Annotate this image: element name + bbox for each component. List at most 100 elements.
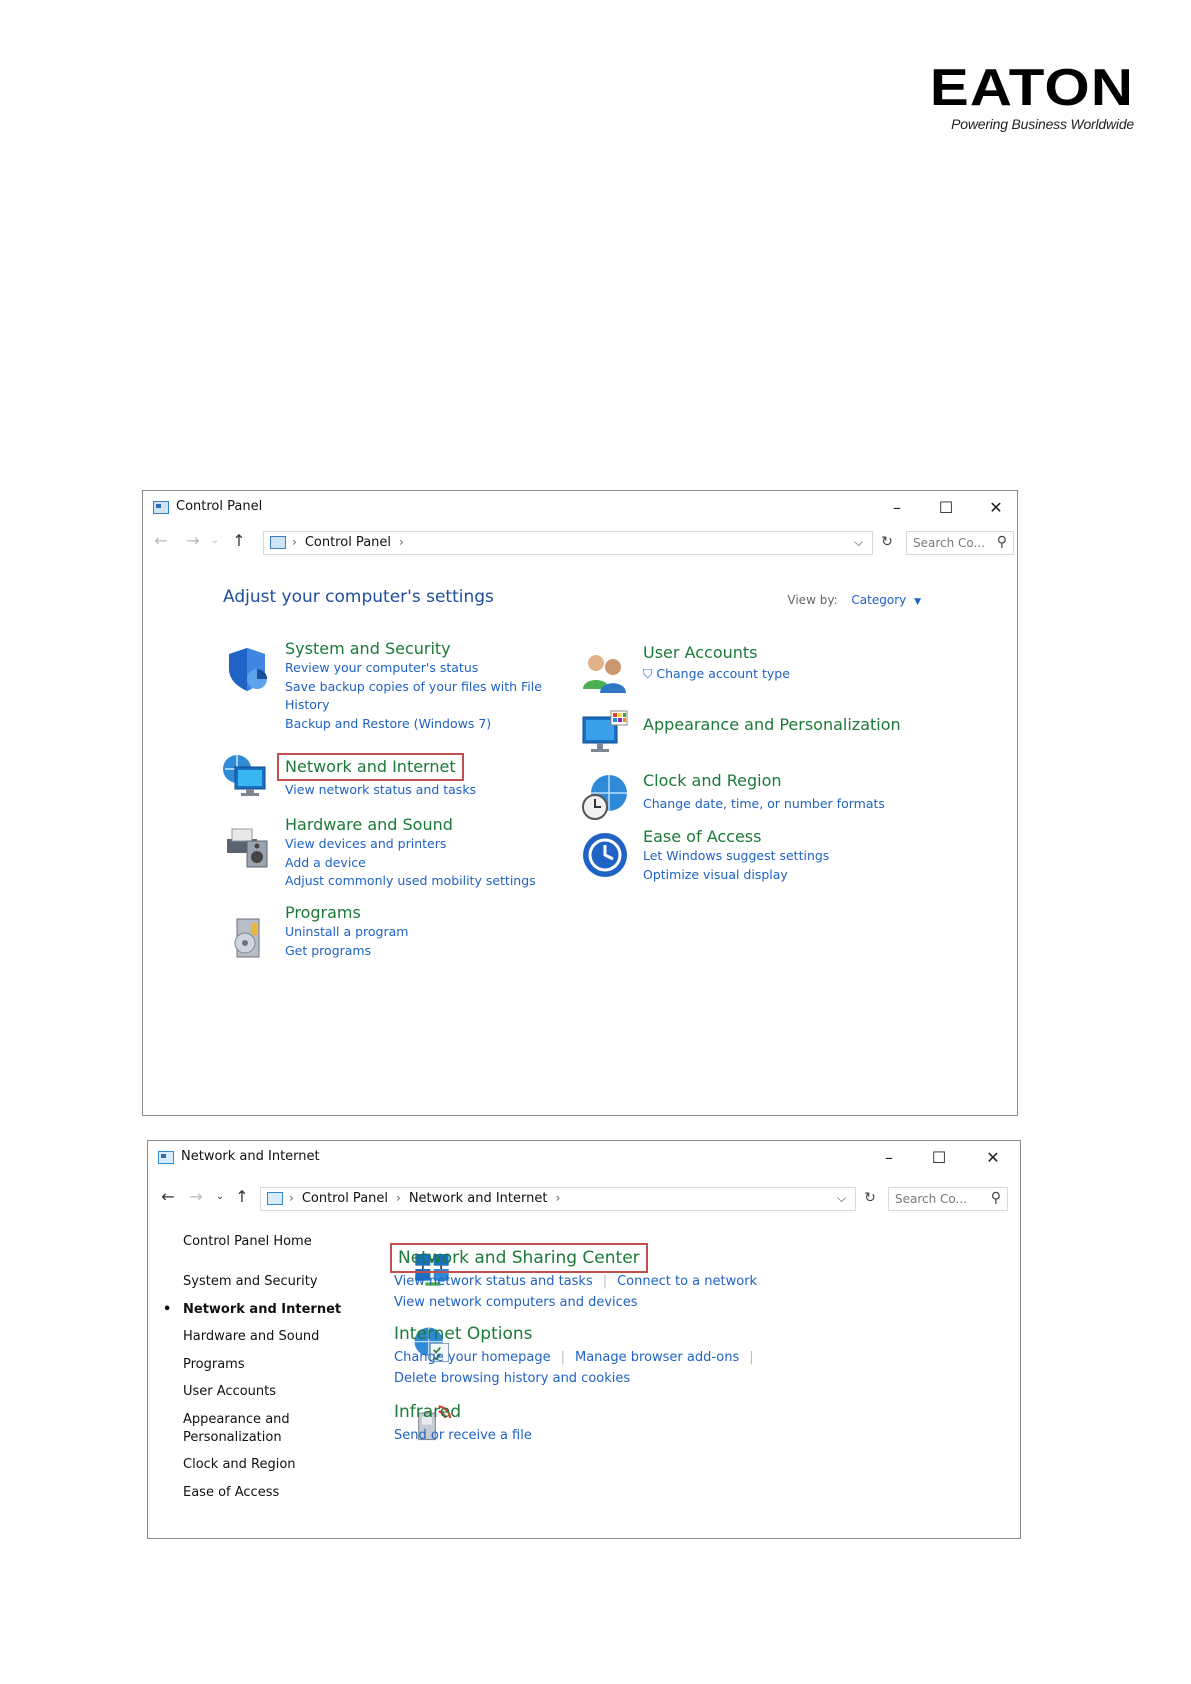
internet-options-link[interactable]: Internet Options <box>394 1323 533 1345</box>
breadcrumb-network-internet[interactable]: Network and Internet <box>409 1191 548 1206</box>
address-dropdown-icon[interactable]: ⌵ <box>837 1191 846 1206</box>
control-panel-icon <box>270 536 286 549</box>
review-status-link[interactable]: Review your computer's status <box>285 659 542 678</box>
appearance-personalization-link[interactable]: Appearance and Personalization <box>643 715 901 735</box>
close-button[interactable]: ✕ <box>981 497 1011 519</box>
recent-dropdown-icon[interactable]: ⌄ <box>205 535 225 546</box>
recent-dropdown-icon[interactable]: ⌄ <box>210 1191 230 1202</box>
category-programs: Programs Uninstall a program Get program… <box>285 903 408 960</box>
sidebar: Control Panel Home System and Security •… <box>163 1233 341 1511</box>
user-accounts-link[interactable]: User Accounts <box>643 643 758 663</box>
sidebar-item-clock-region[interactable]: Clock and Region <box>183 1456 341 1474</box>
sidebar-item-appearance[interactable]: Appearance and <box>183 1411 341 1429</box>
file-history-link[interactable]: Save backup copies of your files with Fi… <box>285 678 542 697</box>
backup-restore-link[interactable]: Backup and Restore (Windows 7) <box>285 715 542 734</box>
uninstall-program-link[interactable]: Uninstall a program <box>285 923 408 942</box>
windows-suggest-settings-link[interactable]: Let Windows suggest settings <box>643 847 829 866</box>
delete-browsing-history-link[interactable]: Delete browsing history and cookies <box>394 1371 630 1386</box>
display-palette-icon <box>582 710 628 752</box>
eaton-logo: EATON Powering Business Worldwide <box>930 62 1134 132</box>
get-programs-link[interactable]: Get programs <box>285 942 408 961</box>
network-and-internet-link[interactable]: Network and Internet <box>277 753 464 781</box>
maximize-button[interactable]: ☐ <box>931 497 961 519</box>
programs-icon <box>234 918 260 958</box>
network-internet-icon <box>158 1151 174 1164</box>
breadcrumb: › Control Panel › <box>292 535 404 550</box>
send-receive-file-link[interactable]: Send or receive a file <box>394 1428 532 1443</box>
eaton-logo-word: EATON <box>929 59 1134 117</box>
view-devices-link[interactable]: View devices and printers <box>285 835 536 854</box>
navigation-bar: ← → ⌄ ↑ ›Control Panel› ⌵ ↻ ⚲ <box>143 527 1017 559</box>
file-history-link-cont[interactable]: History <box>285 696 542 715</box>
infrared-link[interactable]: Infrared <box>394 1401 461 1423</box>
network-internet-window: Network and Internet – ☐ ✕ ← → ⌄ ↑ › Cont… <box>147 1140 1021 1539</box>
view-by-label: View by: <box>787 593 838 607</box>
refresh-icon[interactable]: ↻ <box>877 531 897 553</box>
add-device-link[interactable]: Add a device <box>285 854 536 873</box>
minimize-button[interactable]: – <box>882 497 912 519</box>
breadcrumb-control-panel[interactable]: Control Panel <box>305 535 391 550</box>
network-sharing-center-link[interactable]: Network and Sharing Center <box>390 1243 648 1273</box>
title-bar: Network and Internet – ☐ ✕ <box>148 1141 1020 1175</box>
system-and-security-link[interactable]: System and Security <box>285 639 451 659</box>
view-network-computers-link[interactable]: View network computers and devices <box>394 1295 638 1310</box>
sidebar-item-ease-of-access[interactable]: Ease of Access <box>183 1484 341 1502</box>
connect-to-network-link[interactable]: Connect to a network <box>617 1274 757 1289</box>
address-bar[interactable]: › Control Panel › ⌵ <box>263 531 873 555</box>
forward-arrow-icon[interactable]: → <box>186 1187 206 1206</box>
ease-of-access-icon <box>583 833 627 877</box>
search-box[interactable]: ⚲ <box>906 531 1014 555</box>
clock-globe-icon <box>582 775 627 820</box>
change-date-time-link[interactable]: Change date, time, or number formats <box>643 795 885 814</box>
back-arrow-icon[interactable]: ← <box>151 531 171 550</box>
search-icon[interactable]: ⚲ <box>991 1190 1001 1206</box>
forward-arrow-icon[interactable]: → <box>183 531 203 550</box>
change-account-type-row: ⛉ Change account type <box>643 665 790 684</box>
sidebar-item-user-accounts[interactable]: User Accounts <box>183 1383 341 1401</box>
mobility-settings-link[interactable]: Adjust commonly used mobility settings <box>285 872 536 891</box>
separator: | <box>749 1350 754 1365</box>
category-network-and-internet: Network and Internet View network status… <box>277 753 476 800</box>
hardware-and-sound-link[interactable]: Hardware and Sound <box>285 815 453 835</box>
sidebar-item-programs[interactable]: Programs <box>183 1356 341 1374</box>
up-arrow-icon[interactable]: ↑ <box>232 1187 252 1206</box>
page-heading: Adjust your computer's settings <box>223 587 494 607</box>
search-icon[interactable]: ⚲ <box>997 534 1007 550</box>
sidebar-item-network-internet[interactable]: • Network and Internet <box>163 1301 341 1319</box>
optimize-visual-display-link[interactable]: Optimize visual display <box>643 866 829 885</box>
users-icon <box>583 655 626 693</box>
search-input[interactable] <box>895 1189 973 1209</box>
caret-down-icon[interactable]: ▼ <box>914 597 921 607</box>
close-button[interactable]: ✕ <box>978 1147 1008 1169</box>
refresh-icon[interactable]: ↻ <box>860 1187 880 1209</box>
breadcrumb-control-panel[interactable]: Control Panel <box>302 1191 388 1206</box>
sidebar-item-hardware-sound[interactable]: Hardware and Sound <box>183 1328 341 1346</box>
view-network-status-link[interactable]: View network status and tasks <box>394 1274 593 1289</box>
view-by: View by: Category ▼ <box>787 593 921 607</box>
sidebar-item-personalization[interactable]: Personalization <box>183 1429 341 1447</box>
uac-shield-icon: ⛉ <box>643 666 653 681</box>
bullet-icon: • <box>163 1301 172 1317</box>
change-account-type-link[interactable]: Change account type <box>656 666 790 681</box>
control-panel-window: Control Panel – ☐ ✕ ← → ⌄ ↑ › Control Pan… <box>142 490 1018 1116</box>
change-homepage-link[interactable]: Change your homepage <box>394 1350 551 1365</box>
search-input[interactable] <box>913 533 991 553</box>
sidebar-item-system-security[interactable]: System and Security <box>183 1273 341 1291</box>
minimize-button[interactable]: – <box>874 1147 904 1169</box>
view-by-dropdown[interactable]: Category <box>851 593 906 607</box>
programs-link[interactable]: Programs <box>285 903 361 923</box>
address-bar[interactable]: › Control Panel › Network and Internet › ⌵ <box>260 1187 856 1211</box>
link-row: Delete browsing history and cookies <box>394 1368 764 1389</box>
manage-addons-link[interactable]: Manage browser add-ons <box>575 1350 739 1365</box>
view-network-status-link[interactable]: View network status and tasks <box>285 781 476 800</box>
clock-and-region-link[interactable]: Clock and Region <box>643 771 782 791</box>
address-dropdown-icon[interactable]: ⌵ <box>854 535 863 550</box>
title-bar: Control Panel – ☐ ✕ <box>143 491 1017 525</box>
ease-of-access-link[interactable]: Ease of Access <box>643 827 761 847</box>
printer-speaker-icon <box>227 828 268 868</box>
maximize-button[interactable]: ☐ <box>924 1147 954 1169</box>
search-box[interactable]: ⚲ <box>888 1187 1008 1211</box>
up-arrow-icon[interactable]: ↑ <box>229 531 249 550</box>
sidebar-item-control-panel-home[interactable]: Control Panel Home <box>183 1233 341 1251</box>
back-arrow-icon[interactable]: ← <box>158 1187 178 1206</box>
